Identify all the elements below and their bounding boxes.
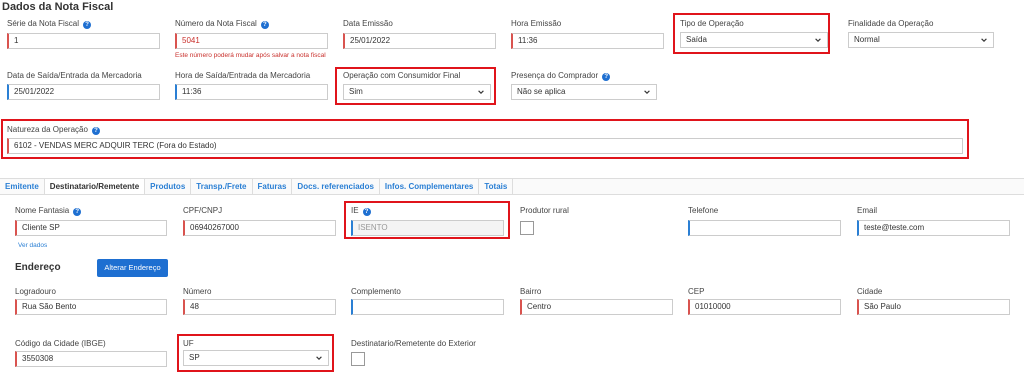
codigo-cidade-input[interactable]: 3550308 (15, 351, 167, 367)
presenca-label: Presença do Comprador? (511, 71, 611, 81)
produtor-rural-checkbox[interactable] (520, 221, 534, 235)
nome-fantasia-label: Nome Fantasia? (15, 206, 82, 216)
bairro-input[interactable]: Centro (520, 299, 673, 315)
help-icon[interactable]: ? (83, 21, 92, 29)
highlight-box (335, 67, 496, 105)
data-saida-input[interactable]: 25/01/2022 (7, 84, 160, 100)
tab-emitente[interactable]: Emitente (0, 179, 45, 194)
hora-saida-label: Hora de Saída/Entrada da Mercadoria (175, 71, 311, 80)
cidade-label: Cidade (857, 287, 883, 296)
highlight-box (673, 13, 830, 54)
tab-faturas[interactable]: Faturas (253, 179, 293, 194)
data-emissao-input[interactable]: 25/01/2022 (343, 33, 496, 49)
help-icon[interactable]: ? (260, 21, 269, 29)
numero-hint: Este número poderá mudar após salvar a n… (175, 52, 326, 59)
serie-input[interactable]: 1 (7, 33, 160, 49)
presenca-select[interactable]: Não se aplica (511, 84, 657, 100)
cep-label: CEP (688, 287, 705, 296)
presenca-value: Não se aplica (517, 87, 566, 96)
section-title: Dados da Nota Fiscal (2, 1, 114, 13)
email-label: Email (857, 206, 878, 215)
produtor-rural-label: Produtor rural (520, 206, 569, 215)
ver-dados-link[interactable]: Ver dados (18, 242, 47, 249)
numero-endereco-label: Número (183, 287, 212, 296)
cpf-cnpj-label: CPF/CNPJ (183, 206, 223, 215)
tab-destinatario[interactable]: Destinatario/Remetente (44, 179, 146, 194)
hora-emissao-label: Hora Emissão (511, 19, 562, 28)
alterar-endereco-button[interactable]: Alterar Endereço (97, 259, 168, 277)
endereco-title: Endereço (15, 262, 61, 273)
cidade-input[interactable]: São Paulo (857, 299, 1010, 315)
nome-fantasia-input[interactable]: Cliente SP (15, 220, 167, 236)
telefone-label: Telefone (688, 206, 719, 215)
highlight-box (1, 119, 969, 159)
tab-transp-frete[interactable]: Transp./Frete (191, 179, 253, 194)
chevron-down-icon (981, 38, 987, 42)
complemento-input[interactable] (351, 299, 504, 315)
bairro-label: Bairro (520, 287, 542, 296)
tabs-bar: Emitente Destinatario/Remetente Produtos… (0, 178, 1024, 195)
chevron-down-icon (644, 90, 650, 94)
codigo-cidade-label: Código da Cidade (IBGE) (15, 339, 106, 348)
hora-saida-input[interactable]: 11:36 (175, 84, 328, 100)
logradouro-label: Logradouro (15, 287, 56, 296)
highlight-box (344, 201, 510, 239)
exterior-label: Destinatario/Remetente do Exterior (351, 339, 476, 348)
highlight-box (177, 334, 334, 372)
logradouro-input[interactable]: Rua São Bento (15, 299, 167, 315)
tab-docs-referenciados[interactable]: Docs. referenciados (292, 179, 380, 194)
exterior-checkbox[interactable] (351, 352, 365, 366)
help-icon[interactable]: ? (73, 208, 82, 216)
tab-infos-complementares[interactable]: Infos. Complementares (380, 179, 480, 194)
tab-totais[interactable]: Totais (479, 179, 514, 194)
data-saida-label: Data de Saída/Entrada da Mercadoria (7, 71, 142, 80)
finalidade-label: Finalidade da Operação (848, 19, 934, 28)
tab-produtos[interactable]: Produtos (145, 179, 192, 194)
email-input[interactable]: teste@teste.com (857, 220, 1010, 236)
complemento-label: Complemento (351, 287, 401, 296)
numero-input[interactable]: 5041 (175, 33, 328, 49)
serie-label: Série da Nota Fiscal? (7, 19, 92, 29)
telefone-input[interactable] (688, 220, 841, 236)
finalidade-select[interactable]: Normal (848, 32, 994, 48)
hora-emissao-input[interactable]: 11:36 (511, 33, 664, 49)
cpf-cnpj-input[interactable]: 06940267000 (183, 220, 336, 236)
finalidade-value: Normal (854, 35, 880, 44)
numero-endereco-input[interactable]: 48 (183, 299, 336, 315)
help-icon[interactable]: ? (602, 73, 611, 81)
data-emissao-label: Data Emissão (343, 19, 393, 28)
numero-label: Número da Nota Fiscal? (175, 19, 269, 29)
cep-input[interactable]: 01010000 (688, 299, 841, 315)
